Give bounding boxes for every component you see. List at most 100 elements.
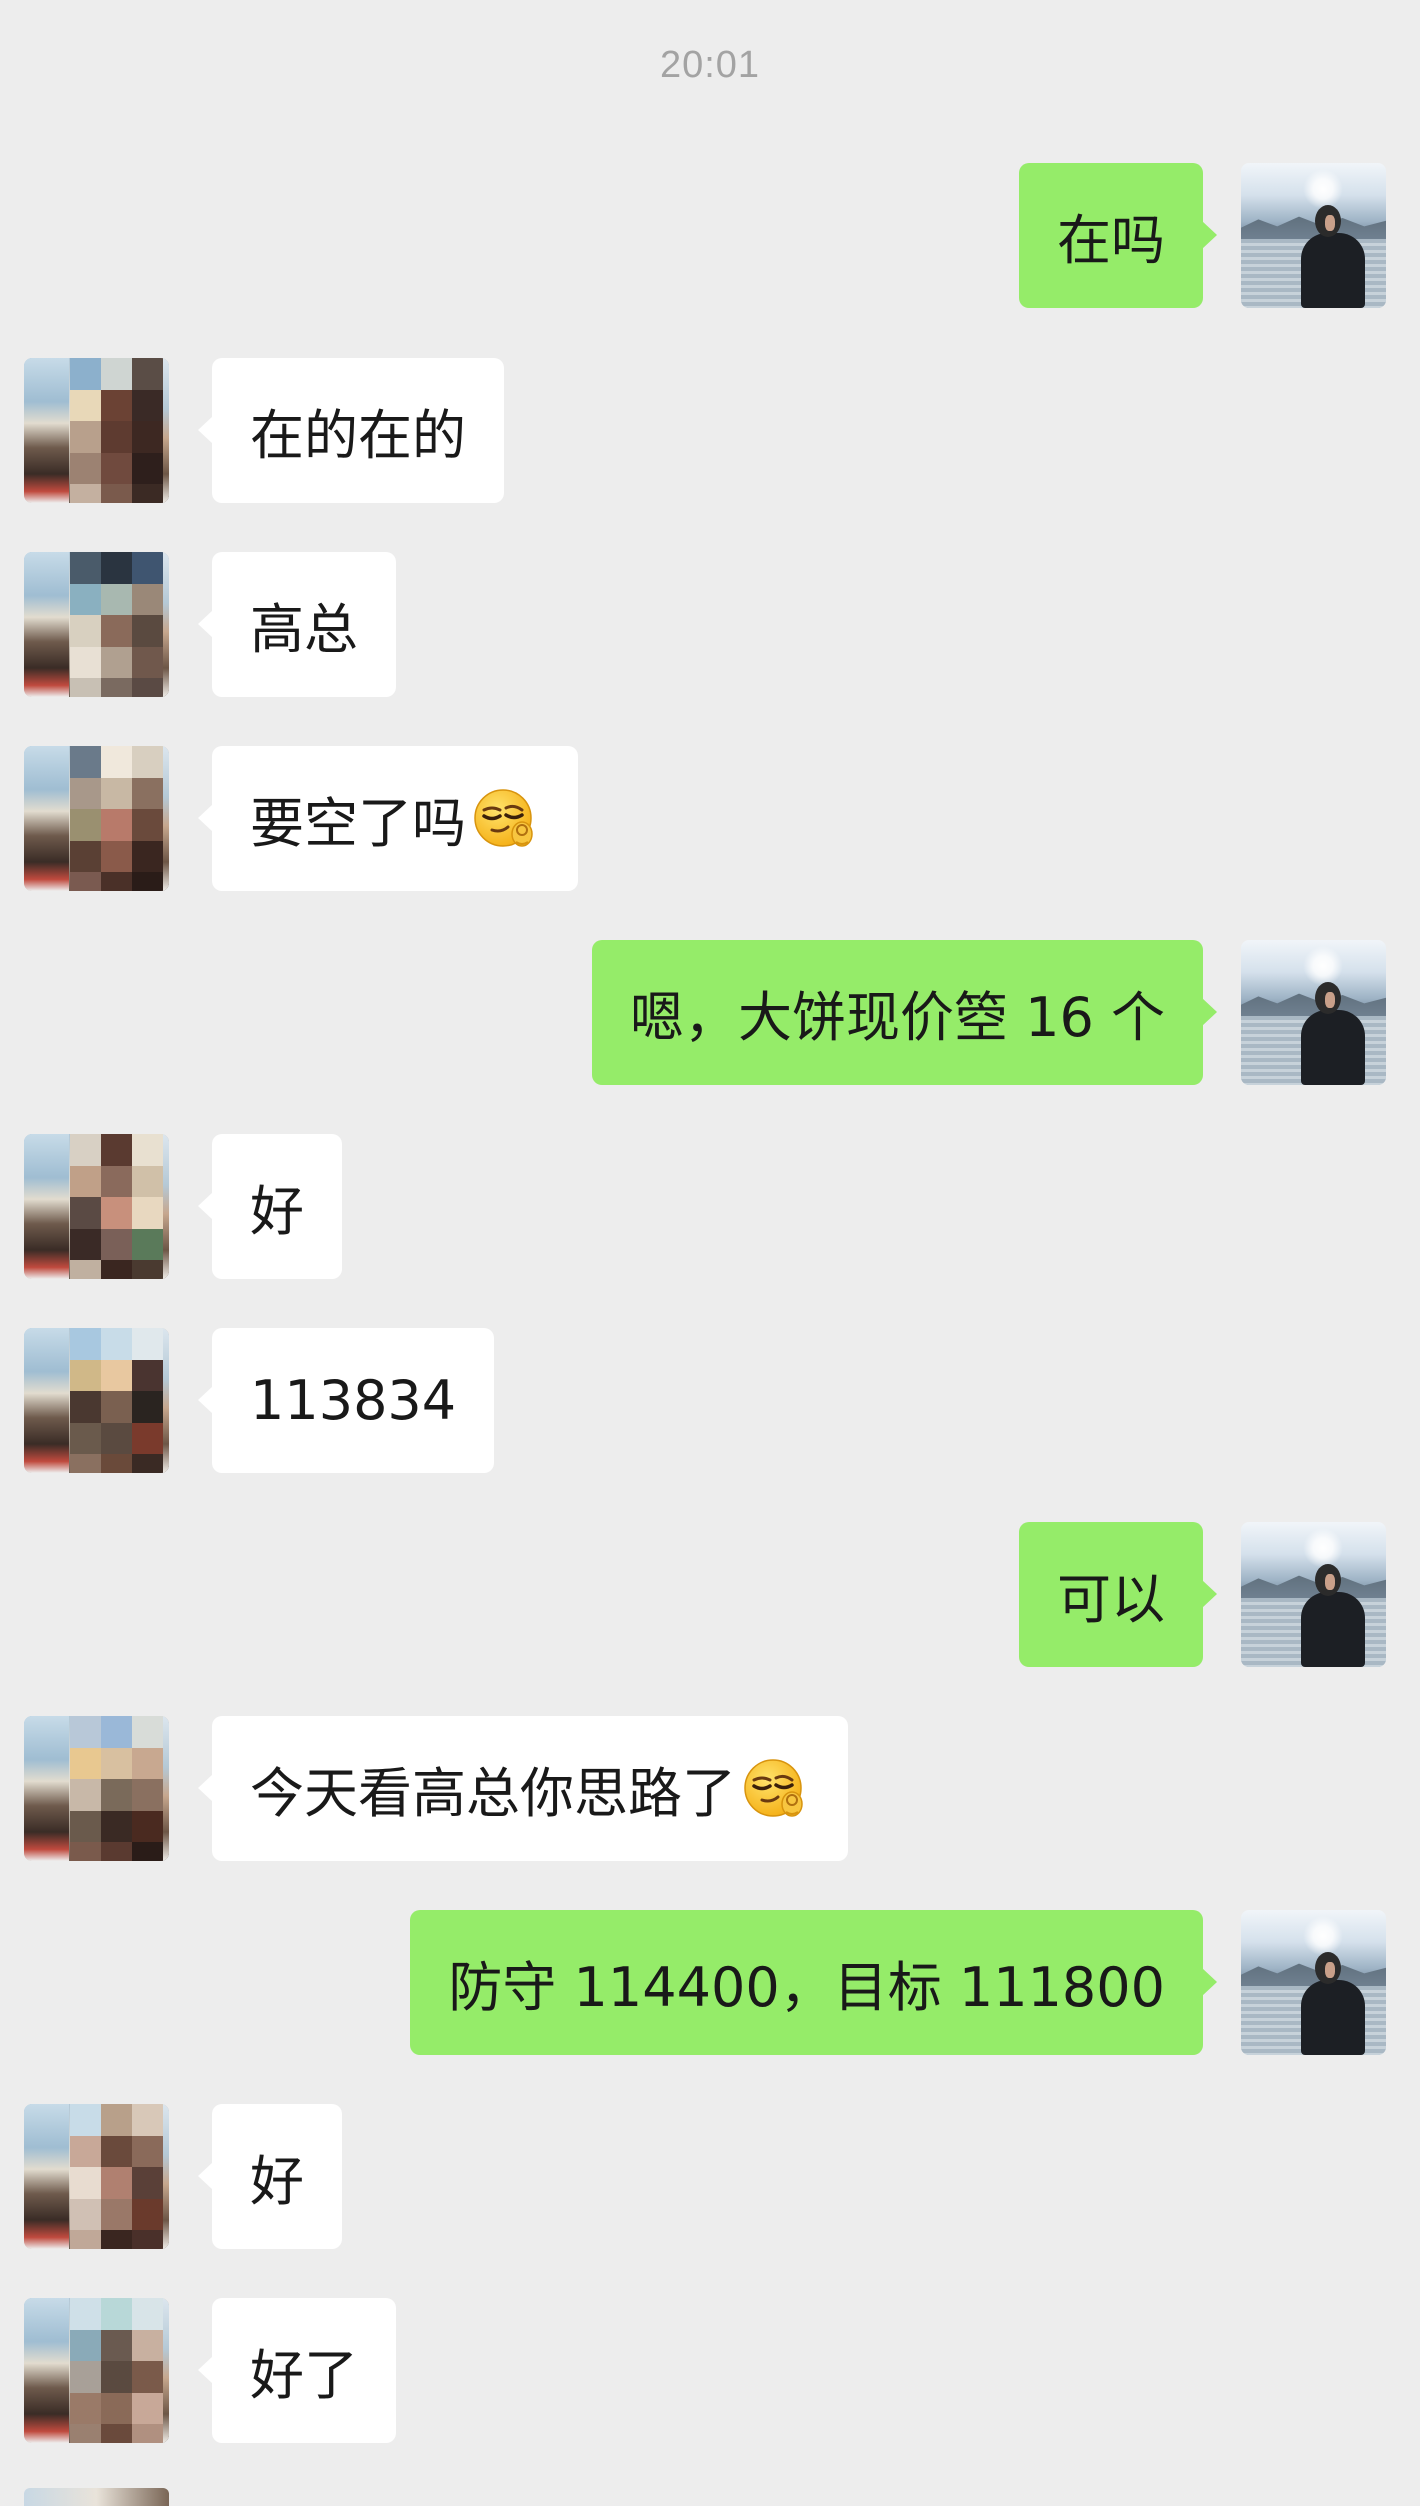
contact-avatar[interactable] bbox=[24, 1328, 169, 1473]
self-avatar[interactable] bbox=[1241, 940, 1386, 1085]
mosaic-cell bbox=[132, 1842, 163, 1861]
mosaic-cell bbox=[132, 2424, 163, 2443]
received-message-row: 在的在的 bbox=[0, 358, 1420, 503]
received-message-bubble[interactable]: 好 bbox=[198, 1134, 342, 1279]
mosaic-cell bbox=[132, 1197, 163, 1229]
smirk-emoji-icon bbox=[744, 1758, 803, 1817]
received-message-bubble[interactable]: 今天看高总你思路了 bbox=[198, 1716, 848, 1861]
sent-message-bubble[interactable]: 可以 bbox=[1019, 1522, 1217, 1667]
self-avatar[interactable] bbox=[1241, 1910, 1386, 2055]
mosaic-cell bbox=[101, 646, 132, 679]
mosaic-cell bbox=[132, 1391, 163, 1423]
mosaic-cell bbox=[70, 2298, 101, 2330]
contact-avatar[interactable] bbox=[24, 1134, 169, 1279]
self-avatar[interactable] bbox=[1241, 1522, 1386, 1667]
mosaic-cell bbox=[132, 1747, 163, 1780]
mosaic-cell bbox=[70, 1716, 101, 1748]
mosaic-cell bbox=[70, 2424, 101, 2443]
mosaic-cell bbox=[70, 1134, 101, 1166]
sent-message-row: 嗯，大饼现价箜 16 个 bbox=[0, 940, 1420, 1085]
sent-message-row: 防守 114400，目标 111800 bbox=[0, 1910, 1420, 2055]
mosaic-cell bbox=[101, 872, 132, 891]
mosaic-cell bbox=[101, 2135, 132, 2168]
pixelated-face-mosaic bbox=[70, 2104, 163, 2249]
mosaic-cell bbox=[101, 1134, 132, 1166]
mosaic-cell bbox=[132, 1328, 163, 1360]
mosaic-cell bbox=[101, 2230, 132, 2249]
self-avatar[interactable] bbox=[1241, 163, 1386, 308]
contact-avatar[interactable] bbox=[24, 552, 169, 697]
person-face bbox=[1325, 992, 1335, 1008]
mosaic-cell bbox=[70, 2198, 101, 2231]
message-text: 防守 114400，目标 111800 bbox=[448, 1956, 1165, 2019]
mosaic-cell bbox=[101, 2329, 132, 2362]
pixelated-face-mosaic bbox=[70, 1328, 163, 1473]
mosaic-cell bbox=[70, 1165, 101, 1198]
sent-message-bubble[interactable]: 防守 114400，目标 111800 bbox=[410, 1910, 1217, 2055]
received-message-bubble[interactable]: 高总 bbox=[198, 552, 396, 697]
received-message-bubble[interactable]: 好了 bbox=[198, 2298, 396, 2443]
mosaic-cell bbox=[101, 777, 132, 810]
mosaic-cell bbox=[132, 2198, 163, 2231]
mosaic-cell bbox=[101, 2361, 132, 2393]
sent-message-row: 在吗 bbox=[0, 163, 1420, 308]
message-text: 113834 bbox=[250, 1369, 457, 1432]
received-message-bubble[interactable]: 好 bbox=[198, 2104, 342, 2249]
avatar-scene-left bbox=[24, 1134, 69, 1279]
received-message-row: 好了 bbox=[0, 2298, 1420, 2443]
message-text: 好了 bbox=[250, 2344, 358, 2407]
received-message-row: 要空了吗 bbox=[0, 746, 1420, 891]
mosaic-cell bbox=[101, 1391, 132, 1423]
mosaic-cell bbox=[70, 840, 101, 873]
received-message-bubble[interactable]: 在的在的 bbox=[198, 358, 504, 503]
mosaic-cell bbox=[101, 358, 132, 390]
mosaic-cell bbox=[101, 2198, 132, 2231]
mosaic-cell bbox=[101, 2424, 132, 2443]
mosaic-cell bbox=[132, 552, 163, 584]
mosaic-cell bbox=[70, 1842, 101, 1861]
mosaic-cell bbox=[132, 358, 163, 390]
mosaic-cell bbox=[70, 809, 101, 841]
mosaic-cell bbox=[70, 583, 101, 616]
mosaic-cell bbox=[132, 1260, 163, 1279]
mosaic-cell bbox=[70, 777, 101, 810]
message-text: 可以 bbox=[1057, 1568, 1165, 1631]
contact-avatar[interactable] bbox=[24, 2104, 169, 2249]
mosaic-cell bbox=[101, 1165, 132, 1198]
contact-avatar[interactable] bbox=[24, 746, 169, 891]
received-message-bubble[interactable]: 要空了吗 bbox=[198, 746, 578, 891]
received-message-row: 今天看高总你思路了 bbox=[0, 1716, 1420, 1861]
mosaic-cell bbox=[70, 2230, 101, 2249]
person-face bbox=[1325, 1962, 1335, 1978]
avatar-scene-left bbox=[24, 358, 69, 503]
mosaic-cell bbox=[132, 1810, 163, 1843]
mosaic-cell bbox=[132, 2298, 163, 2330]
mosaic-cell bbox=[70, 2135, 101, 2168]
contact-avatar[interactable] bbox=[24, 358, 169, 503]
person-silhouette bbox=[1301, 1010, 1365, 1085]
person-face bbox=[1325, 1574, 1335, 1590]
mosaic-cell bbox=[101, 452, 132, 485]
mosaic-cell bbox=[132, 2392, 163, 2425]
contact-avatar[interactable] bbox=[24, 2298, 169, 2443]
mosaic-cell bbox=[70, 552, 101, 584]
pixelated-face-mosaic bbox=[70, 746, 163, 891]
mosaic-cell bbox=[101, 809, 132, 841]
mosaic-cell bbox=[101, 2167, 132, 2199]
mosaic-cell bbox=[70, 1260, 101, 1279]
mosaic-cell bbox=[132, 1359, 163, 1392]
mosaic-cell bbox=[101, 1747, 132, 1780]
mosaic-cell bbox=[70, 746, 101, 778]
mosaic-cell bbox=[70, 1197, 101, 1229]
received-message-bubble[interactable]: 113834 bbox=[197, 1328, 495, 1473]
contact-avatar[interactable] bbox=[24, 1716, 169, 1861]
sent-message-bubble[interactable]: 嗯，大饼现价箜 16 个 bbox=[591, 940, 1218, 1085]
message-text: 嗯，大饼现价箜 16 个 bbox=[629, 986, 1165, 1049]
sun-glare bbox=[1303, 1916, 1343, 1956]
mosaic-cell bbox=[70, 2104, 101, 2136]
message-timestamp: 20:01 bbox=[659, 44, 761, 86]
mosaic-cell bbox=[132, 678, 163, 697]
sent-message-bubble[interactable]: 在吗 bbox=[1019, 163, 1217, 308]
sun-glare bbox=[1303, 1528, 1343, 1568]
mosaic-cell bbox=[70, 484, 101, 503]
